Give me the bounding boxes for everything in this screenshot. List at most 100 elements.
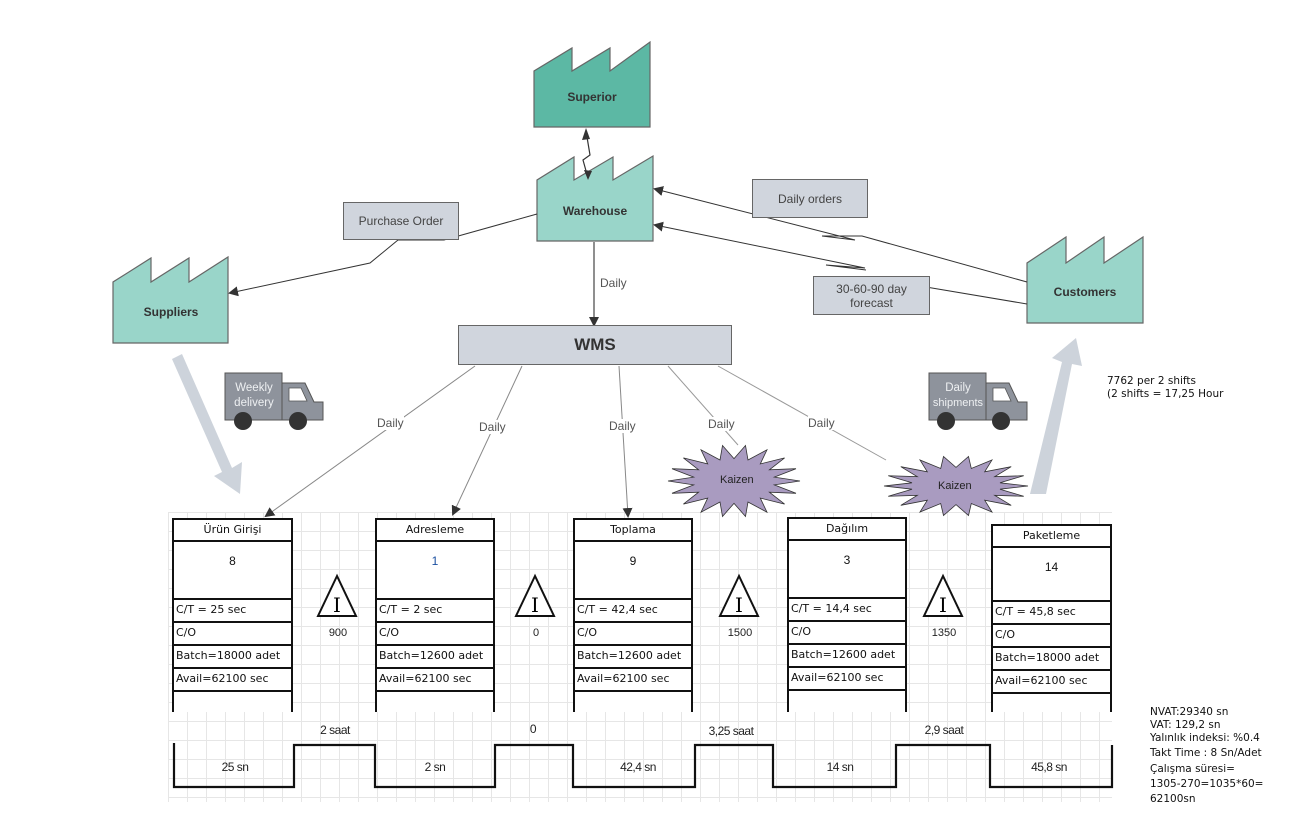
svg-text:I: I [333, 593, 341, 617]
inventory-qty: 900 [328, 627, 348, 639]
warehouse-factory-icon[interactable]: Warehouse [536, 154, 654, 242]
changeover: C/O [993, 625, 1110, 648]
flow-label-daily-4: Daily [708, 417, 735, 431]
cycle-time: C/T = 2 sec [377, 600, 493, 623]
process-box-urun-girisi[interactable]: Ürün Girişi 8 C/T = 25 sec C/O Batch=180… [172, 518, 293, 712]
inventory-qty: 0 [532, 627, 540, 639]
flow-label-daily-1: Daily [377, 416, 404, 430]
process-box-adresleme[interactable]: Adresleme 1 C/T = 2 sec C/O Batch=12600 … [375, 518, 495, 712]
truck-icon-daily: Daily shipments [928, 372, 1028, 430]
batch-size: Batch=12600 adet [789, 645, 905, 668]
flow-label-daily-5: Daily [808, 416, 835, 430]
timeline-process-time: 45,8 sn [1031, 760, 1067, 774]
process-box-toplama[interactable]: Toplama 9 C/T = 42,4 sec C/O Batch=12600… [573, 518, 693, 712]
inventory-qty: 1500 [727, 627, 753, 639]
process-box-paketleme[interactable]: Paketleme 14 C/T = 45,8 sec C/O Batch=18… [991, 524, 1112, 712]
customer-demand-note: 7762 per 2 shifts (2 shifts = 17,25 Hour [1107, 375, 1223, 401]
truck-label-weekly-line2: delivery [234, 397, 274, 409]
changeover: C/O [174, 623, 291, 646]
truck-label-daily-line1: Daily [945, 382, 971, 394]
svg-text:I: I [939, 593, 947, 617]
nvat-value: NVAT:29340 sn [1150, 706, 1229, 718]
inventory-triangle-icon: I [718, 573, 760, 617]
operator-count: 8 [174, 542, 291, 600]
operator-count: 3 [789, 541, 905, 599]
customers-label: Customers [1054, 285, 1117, 299]
inventory-triangle-icon: I [514, 573, 556, 617]
operator-count: 9 [575, 542, 691, 600]
cycle-time: C/T = 14,4 sec [789, 599, 905, 622]
purchase-order-label: Purchase Order [358, 214, 444, 228]
push-arrow-outbound [1030, 338, 1082, 494]
process-name: Toplama [575, 520, 691, 542]
process-box-dagilim[interactable]: Dağılım 3 C/T = 14,4 sec C/O Batch=12600… [787, 517, 907, 712]
daily-orders-label: Daily orders [777, 191, 843, 206]
inventory-qty: 1350 [931, 627, 957, 639]
availability: Avail=62100 sec [174, 669, 291, 692]
batch-size: Batch=12600 adet [377, 646, 493, 669]
warehouse-label: Warehouse [563, 204, 628, 218]
superior-factory-icon[interactable]: Superior [533, 40, 651, 128]
vat-value: VAT: 129,2 sn [1150, 719, 1221, 731]
purchase-order-box[interactable]: Purchase Order [343, 202, 459, 240]
daily-label: Daily [600, 276, 627, 290]
svg-text:I: I [735, 593, 743, 617]
process-name: Paketleme [993, 526, 1110, 548]
timeline-wait-time: 0 [529, 722, 537, 736]
work-time-line-2: 1305-270=1035*60= [1150, 778, 1264, 790]
lean-index-value: Yalınlık indeksi: %0.4 [1150, 732, 1260, 744]
customers-factory-icon[interactable]: Customers [1026, 235, 1144, 324]
wms-box[interactable]: WMS [458, 325, 732, 365]
kaizen-label-2: Kaizen [938, 480, 972, 492]
cycle-time: C/T = 25 sec [174, 600, 291, 623]
forecast-box[interactable]: 30-60-90 day forecast [813, 276, 930, 315]
process-name: Ürün Girişi [174, 520, 291, 542]
demand-line-2: (2 shifts = 17,25 Hour [1107, 388, 1224, 400]
batch-size: Batch=18000 adet [174, 646, 291, 669]
suppliers-label: Suppliers [144, 305, 199, 319]
empty-row [377, 692, 493, 712]
summary-metrics: NVAT:29340 sn VAT: 129,2 sn Yalınlık ind… [1150, 706, 1263, 806]
forecast-label: 30-60-90 day forecast [836, 281, 907, 310]
truck-label-daily-line2: shipments [933, 397, 984, 409]
timeline-process-time: 25 sn [221, 760, 249, 774]
availability: Avail=62100 sec [377, 669, 493, 692]
empty-row [993, 694, 1110, 714]
flow-warehouse-to-wms: Daily [589, 242, 627, 327]
availability: Avail=62100 sec [789, 668, 905, 691]
timeline-process-time: 42,4 sn [620, 760, 656, 774]
inventory-triangle-icon: I [316, 573, 358, 617]
svg-text:I: I [531, 593, 539, 617]
process-name: Adresleme [377, 520, 493, 542]
process-name: Dağılım [789, 519, 905, 541]
demand-line-1: 7762 per 2 shifts [1107, 375, 1196, 387]
truck-label-weekly-line1: Weekly [235, 382, 273, 394]
flow-label-daily-2: Daily [479, 420, 506, 434]
inventory-triangle-icon: I [922, 573, 964, 617]
work-time-line-3: 62100sn [1150, 793, 1196, 805]
batch-size: Batch=12600 adet [575, 646, 691, 669]
batch-size: Batch=18000 adet [993, 648, 1110, 671]
takt-time-value: Takt Time : 8 Sn/Adet [1150, 747, 1262, 759]
empty-row [789, 691, 905, 711]
wms-label: WMS [574, 335, 616, 354]
cycle-time: C/T = 42,4 sec [575, 600, 691, 623]
timeline-wait-time: 3,25 saat [708, 724, 754, 738]
timeline-wait-time: 2 saat [320, 723, 350, 737]
empty-row [575, 692, 691, 712]
changeover: C/O [377, 623, 493, 646]
cycle-time: C/T = 45,8 sec [993, 602, 1110, 625]
suppliers-factory-icon[interactable]: Suppliers [112, 255, 229, 344]
electronic-flow-superior-warehouse [582, 128, 592, 180]
changeover: C/O [789, 622, 905, 645]
changeover: C/O [575, 623, 691, 646]
availability: Avail=62100 sec [575, 669, 691, 692]
operator-count: 14 [993, 548, 1110, 602]
truck-icon-weekly: Weekly delivery [224, 372, 324, 430]
timeline-process-time: 2 sn [424, 760, 446, 774]
superior-label: Superior [567, 90, 617, 104]
flow-label-daily-3: Daily [609, 419, 636, 433]
work-time-line-1: Çalışma süresi= [1150, 763, 1235, 775]
availability: Avail=62100 sec [993, 671, 1110, 694]
daily-orders-box[interactable]: Daily orders [752, 179, 868, 218]
